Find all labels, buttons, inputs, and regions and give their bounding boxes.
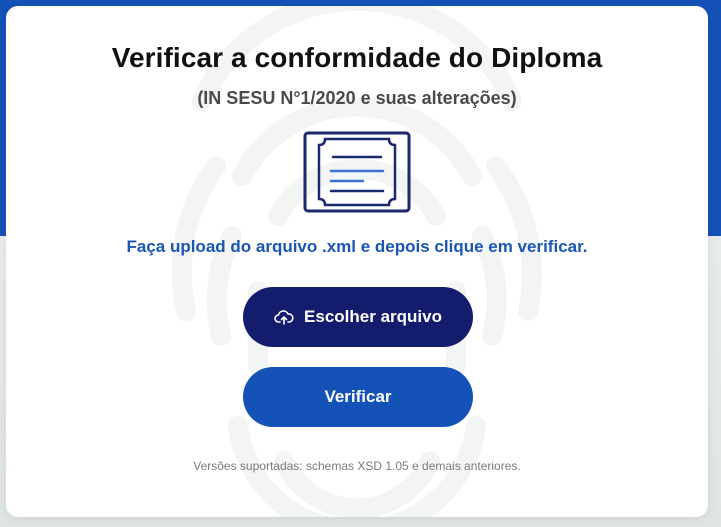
verification-card: Verificar a conformidade do Diploma (IN … [6,6,708,517]
page-title: Verificar a conformidade do Diploma [111,42,603,73]
diploma-icon [303,131,411,213]
fingerprint-icon [171,6,542,517]
choose-file-button[interactable]: Escolher arquivo [243,287,473,347]
cloud-upload-icon [274,310,294,325]
page-subtitle: (IN SESU N°1/2020 e suas alterações) [197,88,517,108]
supported-versions-note: Versões suportadas: schemas XSD 1.05 e d… [193,459,521,473]
verify-label: Verificar [324,387,392,406]
verify-button[interactable]: Verificar [243,367,473,427]
choose-file-label: Escolher arquivo [304,307,442,326]
upload-instruction: Faça upload do arquivo .xml e depois cli… [126,237,588,256]
